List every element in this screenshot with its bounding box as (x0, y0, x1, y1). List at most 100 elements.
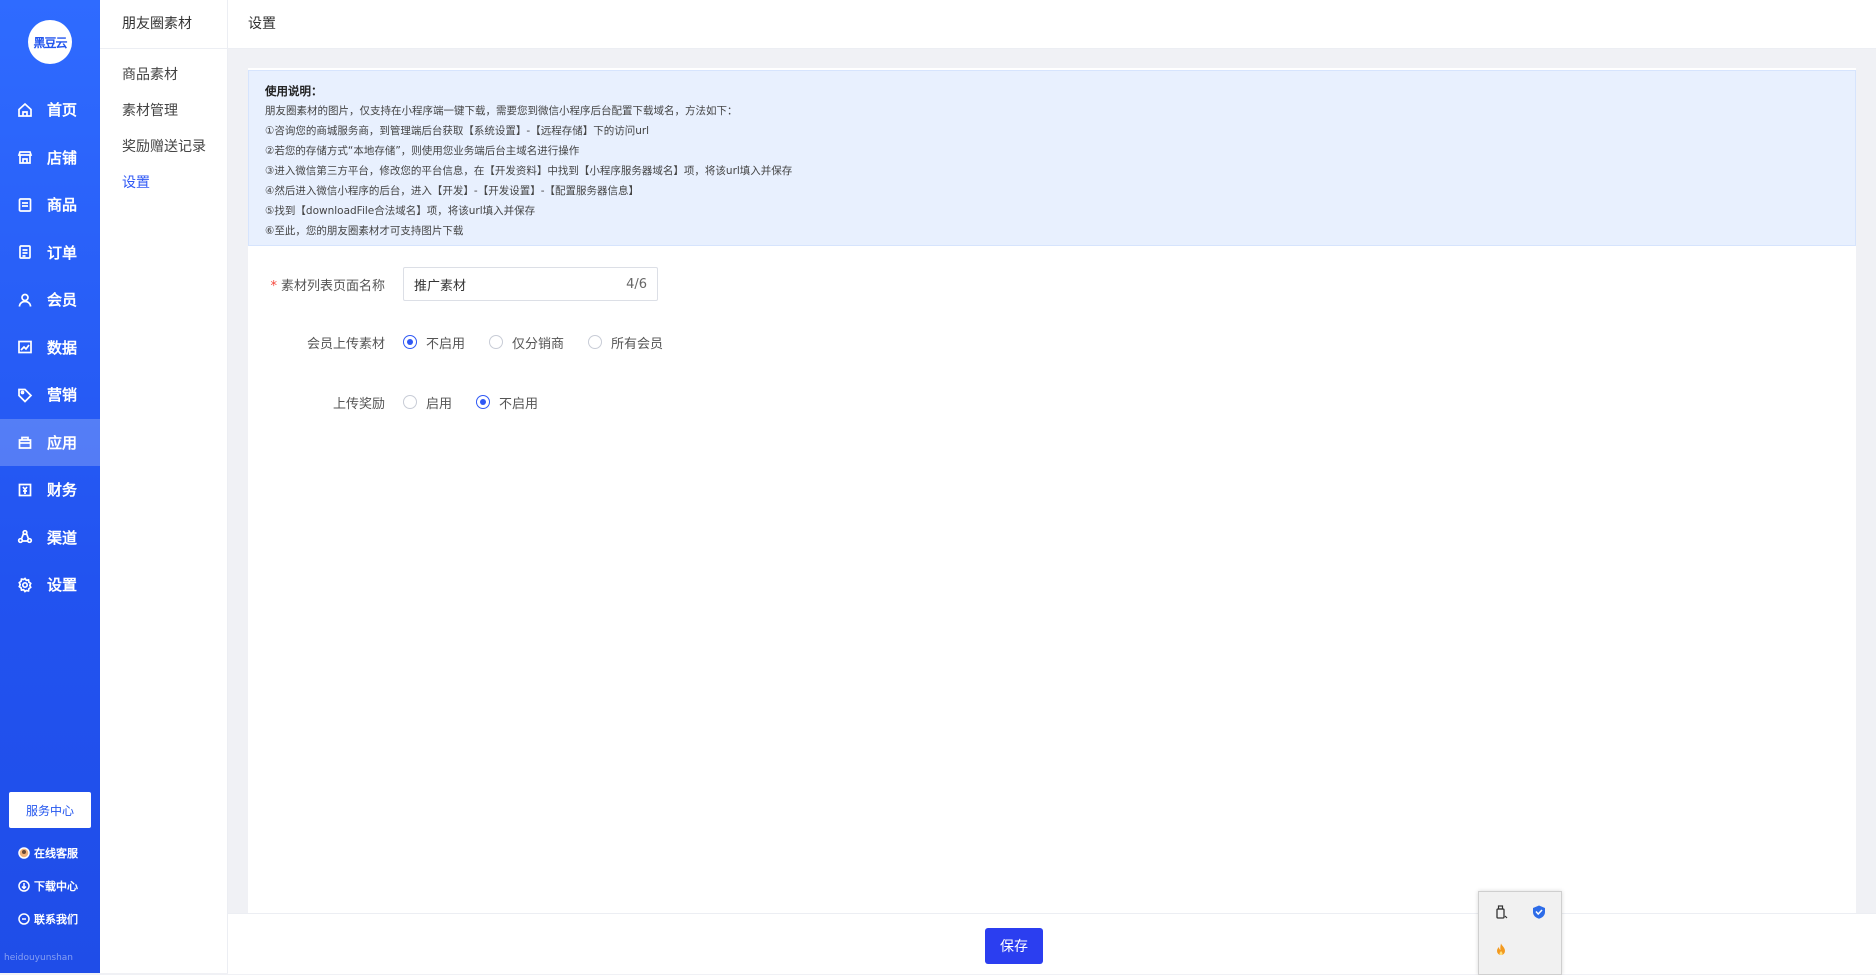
nav-label: 会员 (47, 291, 78, 310)
notice-line: 朋友圈素材的图片，仅支持在小程序端一键下载，需要您到微信小程序后台配置下载域名，… (265, 105, 738, 117)
subnav-item-settings[interactable]: 设置 (100, 165, 227, 201)
required-mark: * (270, 278, 277, 294)
radio-disabled[interactable]: 不启用 (403, 333, 465, 352)
upload-reward-label: 上传奖励 (332, 396, 385, 412)
radio-circle (588, 335, 603, 349)
nav-item-finance[interactable]: 财务 (0, 466, 100, 514)
radio-circle (403, 335, 417, 349)
goods-icon (17, 197, 33, 213)
chart-icon (17, 339, 33, 355)
chat-icon (18, 913, 30, 925)
service-center-button[interactable]: 服务中心 (9, 792, 91, 828)
security-shield-icon[interactable] (1531, 904, 1547, 920)
nav-item-member[interactable]: 会员 (0, 276, 100, 324)
logo-text: 黑豆云 (33, 35, 67, 50)
store-icon (17, 149, 33, 165)
page-name-label: * 素材列表页面名称 (248, 275, 403, 294)
nav-item-app[interactable]: 应用 (0, 418, 100, 466)
notice-line: ③进入微信第三方平台，修改您的平台信息，在【开发资料】中找到【小程序服务器域名】… (265, 165, 793, 177)
save-button[interactable]: 保存 (985, 928, 1043, 964)
sub-sidebar: 朋友圈素材 商品素材 素材管理 奖励赠送记录 设置 (100, 0, 228, 973)
member-upload-radio-group: 不启用 仅分销商 所有会员 (403, 333, 687, 352)
nav-item-settings[interactable]: 设置 (0, 561, 100, 609)
notice-line: ②若您的存储方式“本地存储”，则使用您业务端后台主域名进行操作 (265, 145, 580, 157)
radio-circle (403, 395, 417, 409)
nav-label: 设置 (47, 576, 78, 595)
settings-card: 使用说明： 朋友圈素材的图片，仅支持在小程序端一键下载，需要您到微信小程序后台配… (248, 68, 1856, 913)
settings-icon (17, 577, 33, 593)
breadcrumb: 设置 (248, 16, 276, 32)
radio-label: 不启用 (499, 396, 539, 412)
radio-circle (476, 395, 491, 409)
online-support-link[interactable]: 在线客服 (18, 845, 78, 861)
footer-bar: 保存 (228, 913, 1876, 974)
brand-footer: heidouyunshan (4, 953, 74, 963)
subnav-item-goods-material[interactable]: 商品素材 (100, 57, 227, 93)
download-center-label: 下载中心 (34, 880, 78, 893)
radio-label: 所有会员 (611, 336, 664, 352)
nav-label: 首页 (47, 101, 78, 120)
online-support-label: 在线客服 (34, 847, 78, 860)
nav-item-home[interactable]: 首页 (0, 86, 100, 134)
radio-reward-disabled[interactable]: 不启用 (476, 393, 538, 412)
download-center-link[interactable]: 下载中心 (18, 878, 78, 894)
notice-title: 使用说明： (265, 84, 323, 98)
page-name-input[interactable]: 推广素材 4/6 (403, 267, 658, 301)
char-count: 4/6 (626, 276, 647, 292)
subnav-item-reward-records[interactable]: 奖励赠送记录 (100, 129, 227, 165)
radio-reward-enabled[interactable]: 启用 (403, 393, 452, 412)
channel-icon (17, 529, 33, 545)
nav-label: 营销 (47, 386, 78, 405)
form-row-upload-reward: 上传奖励 启用 不启用 (248, 384, 1048, 420)
nav-item-order[interactable]: 订单 (0, 229, 100, 277)
nav-label: 渠道 (47, 528, 78, 547)
notice-line: ①咨询您的商城服务商，到管理端后台获取【系统设置】-【远程存储】下的访问url (265, 125, 650, 137)
upload-reward-radio-group: 启用 不启用 (403, 393, 562, 412)
radio-label: 启用 (426, 396, 453, 412)
usage-notice: 使用说明： 朋友圈素材的图片，仅支持在小程序端一键下载，需要您到微信小程序后台配… (248, 70, 1856, 246)
notice-line: ⑥至此，您的朋友圈素材才可支持图片下载 (265, 225, 464, 237)
finance-icon (17, 482, 33, 498)
main-sidebar: 黑豆云 首页 店铺 商品 订单 会员 数据 营销 应用 财务 渠道 设置 服务中… (0, 0, 100, 973)
nav-item-channel[interactable]: 渠道 (0, 514, 100, 562)
top-bar: 设置 (228, 0, 1876, 49)
nav-label: 店铺 (47, 148, 78, 167)
nav-item-data[interactable]: 数据 (0, 324, 100, 372)
notice-line: ④然后进入微信小程序的后台，进入【开发】-【开发设置】-【配置服务器信息】 (265, 185, 639, 197)
system-tray-popup (1478, 891, 1562, 975)
page-name-value: 推广素材 (414, 278, 467, 294)
nav-item-goods[interactable]: 商品 (0, 181, 100, 229)
form-row-page-name: * 素材列表页面名称 推广素材 4/6 (248, 266, 1048, 302)
subnav-item-material-manage[interactable]: 素材管理 (100, 93, 227, 129)
avatar-icon (18, 847, 30, 859)
page-name-label-text: 素材列表页面名称 (280, 278, 385, 294)
nav-label: 应用 (47, 433, 78, 452)
nav-label: 财务 (47, 481, 78, 500)
contact-us-label: 联系我们 (34, 913, 78, 926)
home-icon (17, 102, 33, 118)
nav-label: 商品 (47, 196, 78, 215)
radio-all-members[interactable]: 所有会员 (588, 333, 663, 352)
flame-app-icon[interactable] (1493, 942, 1509, 958)
radio-label: 不启用 (426, 336, 466, 352)
download-icon (18, 880, 30, 892)
order-icon (17, 244, 33, 260)
app-icon (17, 434, 33, 450)
form-row-member-upload: 会员上传素材 不启用 仅分销商 所有会员 (248, 324, 1048, 360)
brand-logo[interactable]: 黑豆云 (28, 20, 72, 64)
nav-label: 订单 (47, 243, 78, 262)
radio-circle (489, 335, 504, 349)
tag-icon (17, 387, 33, 403)
subnav-list: 商品素材 素材管理 奖励赠送记录 设置 (100, 57, 227, 201)
notice-line: ⑤找到【downloadFile合法域名】项，将该url填入并保存 (265, 205, 536, 217)
radio-distributors-only[interactable]: 仅分销商 (489, 333, 564, 352)
member-upload-label: 会员上传素材 (306, 336, 385, 352)
usb-drive-icon[interactable] (1493, 904, 1509, 920)
user-icon (17, 292, 33, 308)
main-nav: 首页 店铺 商品 订单 会员 数据 营销 应用 财务 渠道 设置 (0, 86, 100, 609)
nav-item-marketing[interactable]: 营销 (0, 371, 100, 419)
nav-item-store[interactable]: 店铺 (0, 134, 100, 182)
contact-us-link[interactable]: 联系我们 (18, 911, 78, 927)
subnav-title: 朋友圈素材 (100, 0, 227, 49)
radio-label: 仅分销商 (512, 336, 565, 352)
